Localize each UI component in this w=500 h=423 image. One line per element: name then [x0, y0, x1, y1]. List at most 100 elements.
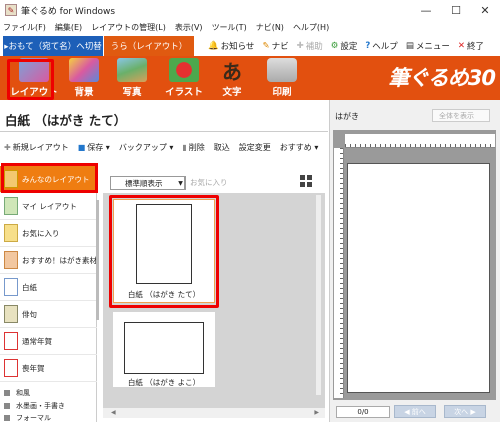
- printer-icon: [267, 58, 297, 82]
- new-layout-icon: ✚: [4, 142, 11, 152]
- brand-logo: 筆ぐるめ30: [388, 66, 496, 90]
- zoom-select[interactable]: 全体を表示: [432, 109, 490, 122]
- minimize-button[interactable]: —: [412, 0, 440, 20]
- top-tools: 🔔 お知らせ ✎ ナビ ✚ 補助 ⚙ 設定 ? ヘルプ ▤ メニュー ✕ 終了: [208, 36, 492, 56]
- recommend-button[interactable]: おすすめ ▾: [280, 142, 319, 153]
- maximize-button[interactable]: ☐: [442, 0, 470, 20]
- subcategory-item[interactable]: 和風: [4, 388, 30, 398]
- photo-icon: [117, 58, 147, 82]
- trash-icon: ▮: [182, 142, 187, 152]
- menu-button[interactable]: ▤ メニュー: [406, 40, 450, 52]
- category-label: おすすめ！はがき素材: [22, 255, 97, 265]
- watermelon-icon: [169, 58, 199, 82]
- backup-label: バックアップ ▾: [118, 142, 174, 152]
- thumbnail-scrollbar[interactable]: [316, 195, 321, 395]
- menu-tools[interactable]: ツール(T): [212, 22, 247, 33]
- grid-view-icon[interactable]: [300, 175, 312, 187]
- category-label: 俳句: [22, 309, 37, 319]
- save-icon: ■: [77, 142, 86, 152]
- haiku-icon: [4, 305, 18, 323]
- import-button[interactable]: 取込: [214, 142, 230, 153]
- recommend-icon: [4, 251, 18, 269]
- category-label: 白紙: [22, 282, 37, 292]
- delete-label: 削除: [188, 142, 205, 152]
- settings-change-label: 設定変更: [238, 142, 271, 152]
- ribbon-text-button[interactable]: あ 文字: [206, 57, 258, 100]
- prev-page-button[interactable]: ◀ 前へ: [394, 405, 436, 418]
- postcard-landscape-preview: [124, 322, 204, 374]
- menu-icon: ▤: [405, 41, 414, 51]
- layout-toolbar: ✚ 新規レイアウト ■ 保存 ▾ バックアップ ▾ ▮ 削除 取込 設定変更 おすすめ…: [4, 139, 327, 155]
- menu-file[interactable]: ファイル(F): [3, 22, 46, 33]
- settings-label: 設定: [340, 42, 358, 52]
- thumbnail-caption: 白紙 （はがき よこ）: [127, 378, 201, 387]
- notice-button[interactable]: 🔔 お知らせ: [208, 40, 254, 52]
- tab-back-layout[interactable]: うら（レイアウト）: [104, 36, 194, 56]
- background-icon: [69, 58, 99, 82]
- settings-change-button[interactable]: 設定変更: [239, 142, 271, 153]
- settings-button[interactable]: ⚙ 設定: [331, 40, 358, 52]
- menu-edit[interactable]: 編集(E): [55, 22, 82, 33]
- exit-label: 終了: [466, 42, 484, 52]
- category-my-layout[interactable]: マイ レイアウト: [0, 193, 97, 220]
- ribbon-print-button[interactable]: 印刷: [256, 57, 308, 100]
- subcategory-item[interactable]: 水墨画・手書き: [4, 401, 65, 411]
- import-label: 取込: [213, 142, 230, 152]
- save-button[interactable]: ■ 保存 ▾: [78, 142, 110, 153]
- assist-button[interactable]: ✚ 補助: [297, 40, 323, 52]
- navi-label: ナビ: [271, 42, 289, 52]
- help-label: ヘルプ: [372, 42, 398, 52]
- thumbnail-highlight: [109, 195, 219, 308]
- ribbon-background-button[interactable]: 背景: [58, 57, 110, 100]
- category-new-year[interactable]: 通常年賀: [0, 328, 97, 355]
- backup-button[interactable]: バックアップ ▾: [119, 142, 174, 153]
- help-button[interactable]: ? ヘルプ: [365, 40, 397, 52]
- plus-icon: ✚: [296, 41, 304, 51]
- ribbon-photo-label: 写真: [122, 87, 142, 98]
- close-icon: ✕: [457, 41, 465, 51]
- category-highlight: [1, 163, 98, 193]
- category-scrollbar[interactable]: [96, 200, 99, 320]
- notice-label: お知らせ: [220, 42, 255, 52]
- category-recommended[interactable]: おすすめ！はがき素材: [0, 247, 97, 274]
- menu-navi[interactable]: ナビ(N): [256, 22, 284, 33]
- sort-select[interactable]: 標準順表示: [110, 176, 185, 190]
- category-mourning[interactable]: 喪年賀: [0, 355, 97, 382]
- title-bar: ✎ 筆ぐるめ for Windows — ☐ ✕: [0, 0, 500, 20]
- exit-button[interactable]: ✕ 終了: [458, 40, 484, 52]
- favorites-filter[interactable]: お気に入り: [190, 177, 228, 188]
- category-blank[interactable]: 白紙: [0, 274, 97, 301]
- scroll-left-icon[interactable]: ◀: [111, 409, 116, 416]
- ribbon-illust-button[interactable]: イラスト: [158, 57, 210, 100]
- delete-button[interactable]: ▮ 削除: [182, 142, 204, 153]
- brush-text-icon: あ: [222, 59, 242, 84]
- window-title: 筆ぐるめ for Windows: [21, 6, 116, 17]
- menu-view[interactable]: 表示(V): [175, 22, 203, 33]
- assist-label: 補助: [305, 42, 323, 52]
- scroll-right-icon[interactable]: ▶: [314, 409, 319, 416]
- navi-button[interactable]: ✎ ナビ: [262, 40, 288, 52]
- help-icon: ?: [365, 41, 371, 51]
- category-haiku[interactable]: 俳句: [0, 301, 97, 328]
- category-favorites[interactable]: お気に入り: [0, 220, 97, 247]
- menu-help[interactable]: ヘルプ(H): [293, 22, 329, 33]
- menu-label: メニュー: [415, 42, 450, 52]
- ribbon-illust-label: イラスト: [165, 87, 203, 98]
- bullet-icon: [4, 403, 10, 409]
- menu-bar: ファイル(F) 編集(E) レイアウトの管理(L) 表示(V) ツール(T) ナ…: [0, 20, 500, 34]
- category-label: お気に入り: [22, 228, 60, 238]
- close-button[interactable]: ✕: [471, 0, 499, 20]
- tab-switch-front[interactable]: ▸おもて（宛て名）へ切替: [3, 36, 103, 56]
- bullet-icon: [4, 415, 10, 421]
- menu-layout-manage[interactable]: レイアウトの管理(L): [91, 22, 166, 33]
- blank-page-icon: [4, 278, 18, 296]
- preview-page[interactable]: [347, 163, 490, 393]
- category-label: マイ レイアウト: [22, 201, 77, 211]
- ruler-horizontal: [345, 134, 495, 148]
- new-layout-button[interactable]: ✚ 新規レイアウト: [4, 142, 69, 153]
- chevron-down-icon[interactable]: ▼: [176, 176, 186, 190]
- navi-icon: ✎: [262, 41, 270, 51]
- ribbon-photo-button[interactable]: 写真: [106, 57, 158, 100]
- next-page-button[interactable]: 次へ ▶: [444, 405, 486, 418]
- horizontal-scrollbar[interactable]: ◀ ▶: [103, 408, 325, 418]
